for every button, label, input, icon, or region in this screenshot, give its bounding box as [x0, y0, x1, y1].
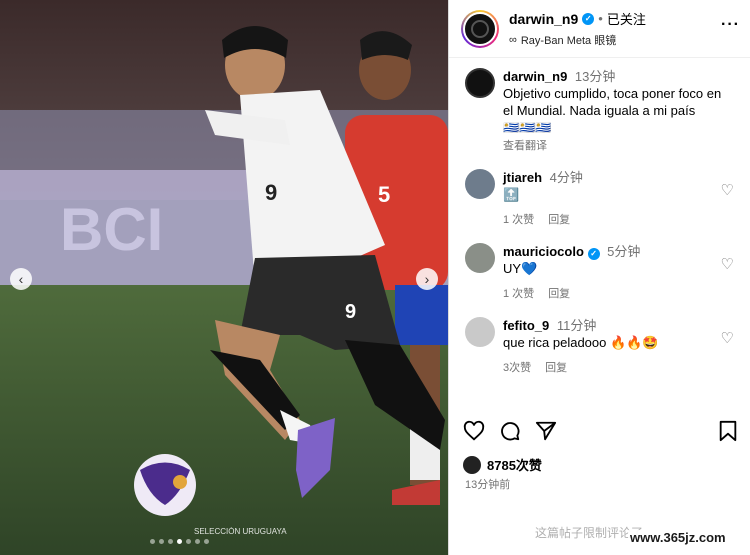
post-photo: BCI 5 9 9 ‹ › SELECCIÓN URUGUAYA [0, 0, 448, 555]
carousel-dot-active [177, 539, 182, 544]
comment-item: mauriciocolo ✓ 5分钟 UY💙 1 次赞 回复 ♡ [465, 243, 736, 303]
comment-text: UY💙 [503, 261, 538, 276]
reply-button[interactable]: 回复 [545, 360, 567, 377]
caption: darwin_n9 13分钟 Objetivo cumplido, toca p… [465, 68, 736, 155]
post-time: 13分钟前 [465, 479, 511, 491]
comment-icon[interactable] [499, 420, 521, 442]
author-avatar[interactable] [461, 9, 499, 48]
white-jersey-number: 9 [265, 180, 277, 205]
site-watermark: www.365jz.com [628, 530, 728, 545]
carousel-dot [150, 539, 155, 544]
bookmark-icon[interactable] [718, 420, 738, 442]
svg-text:BCI: BCI [60, 196, 163, 263]
follow-status[interactable]: 已关注 [607, 9, 646, 28]
comment-username[interactable]: jtiareh [503, 170, 542, 185]
comment-time: 5分钟 [607, 244, 641, 259]
caption-username[interactable]: darwin_n9 [503, 69, 567, 84]
soccer-scene-image: BCI 5 9 9 [0, 0, 448, 555]
comment-item: jtiareh 4分钟 🔝 1 次赞 回复 ♡ [465, 169, 736, 229]
instagram-post: BCI 5 9 9 ‹ › SELECCIÓN URUGUAYA darwin_… [0, 0, 750, 555]
verified-badge-icon: ✓ [582, 12, 595, 25]
comment-time: 4分钟 [549, 170, 583, 185]
comments-limited-notice: 这篇帖子限制评论了 [535, 526, 644, 540]
post-header: darwin_n9 ✓ • 已关注 ∞ Ray-Ban Meta 眼镜 ··· [449, 0, 750, 58]
liker-avatar[interactable] [463, 455, 481, 474]
reply-button[interactable]: 回复 [548, 212, 570, 229]
red-jersey-number: 5 [378, 182, 390, 207]
caption-time: 13分钟 [574, 69, 616, 84]
comment-like-count[interactable]: 1 次赞 [503, 286, 534, 303]
carousel-dot [159, 539, 164, 544]
comment-username[interactable]: fefito_9 [503, 318, 549, 333]
post-side-panel: darwin_n9 ✓ • 已关注 ∞ Ray-Ban Meta 眼镜 ··· … [448, 0, 750, 555]
heart-icon[interactable]: ♡ [721, 255, 734, 273]
comment-text: que rica peladooo 🔥🔥🤩 [503, 335, 659, 350]
comment-text: 🔝 [503, 187, 520, 202]
comment-like-count[interactable]: 3次赞 [503, 360, 531, 377]
audio-icon: ∞ [509, 34, 517, 46]
audio-label[interactable]: Ray-Ban Meta 眼镜 [521, 32, 616, 48]
team-watermark: SELECCIÓN URUGUAYA [194, 527, 287, 536]
commenter-avatar[interactable] [465, 169, 495, 199]
caption-emoji: 🇺🇾🇺🇾🇺🇾 [503, 120, 552, 135]
action-bar [463, 420, 738, 442]
heart-icon[interactable] [463, 420, 485, 442]
comment-time: 11分钟 [556, 318, 597, 333]
reply-button[interactable]: 回复 [548, 286, 570, 303]
comment-item: fefito_9 11分钟 que rica peladooo 🔥🔥🤩 3次赞 … [465, 317, 736, 377]
carousel-prev-button[interactable]: ‹ [10, 268, 32, 290]
svg-text:9: 9 [345, 301, 356, 323]
commenter-avatar[interactable] [465, 243, 495, 273]
verified-badge-icon: ✓ [587, 247, 600, 260]
more-dots-icon[interactable]: ··· [721, 16, 740, 34]
comments-list: darwin_n9 13分钟 Objetivo cumplido, toca p… [449, 58, 750, 377]
carousel-dot [195, 539, 200, 544]
translate-link[interactable]: 查看翻译 [503, 138, 725, 155]
comment-username[interactable]: mauriciocolo [503, 244, 584, 259]
author-username[interactable]: darwin_n9 [509, 11, 578, 27]
caption-text: Objetivo cumplido, toca poner foco en el… [503, 86, 722, 118]
share-icon[interactable] [535, 420, 557, 442]
like-count[interactable]: 8785次赞 [487, 455, 542, 474]
heart-icon[interactable]: ♡ [721, 181, 734, 199]
carousel-dot [204, 539, 209, 544]
carousel-dot [186, 539, 191, 544]
likes-summary: 8785次赞 [463, 455, 542, 474]
commenter-avatar[interactable] [465, 317, 495, 347]
carousel-dot [168, 539, 173, 544]
carousel-indicator [150, 539, 209, 544]
carousel-next-button[interactable]: › [416, 268, 438, 290]
author-avatar-small[interactable] [465, 68, 495, 98]
heart-icon[interactable]: ♡ [721, 329, 734, 347]
comment-like-count[interactable]: 1 次赞 [503, 212, 534, 229]
